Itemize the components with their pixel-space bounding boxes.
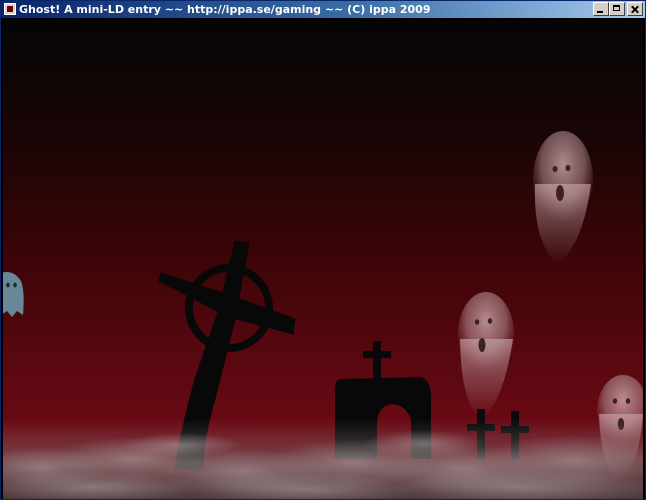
window-controls: [593, 2, 643, 16]
ground-fog: [3, 419, 643, 499]
window-title: Ghost! A mini-LD entry ~~ http://ippa.se…: [19, 3, 431, 16]
game-canvas[interactable]: [3, 19, 643, 499]
title-bar[interactable]: Ghost! A mini-LD entry ~~ http://ippa.se…: [1, 1, 645, 18]
game-window: Ghost! A mini-LD entry ~~ http://ippa.se…: [0, 0, 646, 500]
graveyard-scene: [3, 131, 643, 499]
close-button[interactable]: [627, 2, 643, 16]
app-icon[interactable]: [4, 3, 16, 15]
ghost-upper-right: [533, 131, 593, 264]
player-ghost-left[interactable]: [3, 272, 24, 317]
ghost-middle-right: [458, 292, 514, 419]
minimize-button[interactable]: [593, 2, 609, 16]
maximize-button[interactable]: [609, 2, 625, 16]
